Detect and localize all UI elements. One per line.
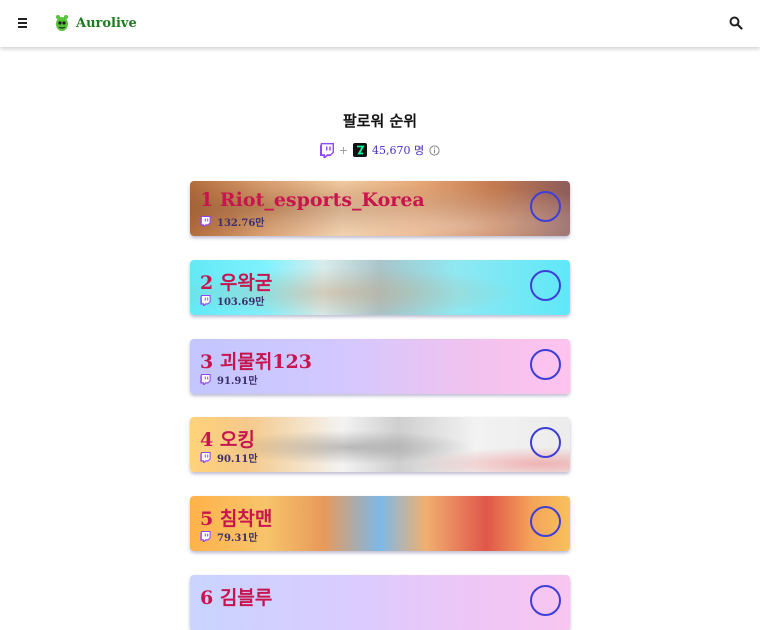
twitch-icon	[200, 452, 211, 463]
rank-number: 6	[200, 587, 214, 609]
ranking-card-5[interactable]: 5 침착맨 79.31만	[190, 496, 570, 551]
follower-row: 132.76만	[200, 214, 264, 229]
streamer-rank-and-name: 6 김블루	[200, 583, 272, 610]
ranking-card-3[interactable]: 3 괴물쥐123 91.91만	[190, 339, 570, 394]
brand-logo[interactable]: Aurolive	[54, 14, 137, 32]
follower-count: 103.69만	[217, 297, 265, 308]
avatar-ring	[530, 349, 561, 380]
twitch-icon	[200, 216, 211, 227]
streamer-name: 우왁굳	[219, 272, 273, 294]
follower-row: 90.11만	[200, 450, 258, 465]
avatar-ring	[530, 585, 561, 616]
total-follower-count: 45,670 명	[372, 144, 425, 157]
streamer-name: Riot_esports_Korea	[219, 189, 425, 211]
ranking-card-4[interactable]: 4 오킹 90.11만	[190, 417, 570, 472]
rank-number: 5	[200, 508, 214, 530]
chzzk-icon	[353, 143, 368, 157]
page-title: 팔로워 순위	[342, 112, 418, 130]
avatar-ring	[530, 191, 561, 222]
rank-number: 4	[200, 429, 214, 451]
twitch-icon	[200, 374, 211, 385]
top-navigation-bar: Aurolive	[0, 0, 760, 47]
ranking-card-1[interactable]: 1 Riot_esports_Korea 132.76만	[190, 181, 570, 236]
platform-follower-summary: + 45,670 명	[0, 142, 760, 158]
brand-name: Aurolive	[76, 16, 137, 31]
plus-sign: +	[338, 143, 349, 157]
follower-count: 91.91만	[217, 376, 258, 387]
rank-number: 3	[200, 351, 214, 373]
rank-number: 2	[200, 272, 214, 294]
streamer-rank-and-name: 5 침착맨	[200, 504, 272, 531]
follower-row: 91.91만	[200, 372, 258, 387]
avatar-ring	[530, 506, 561, 537]
follower-row: 79.31만	[200, 529, 258, 544]
twitch-icon	[200, 531, 211, 542]
streamer-rank-and-name: 2 우왁굳	[200, 268, 272, 295]
avatar-ring	[530, 427, 561, 458]
avatar-ring	[530, 270, 561, 301]
follower-count: 132.76만	[217, 218, 265, 229]
ranking-card-2[interactable]: 2 우왁굳 103.69만	[190, 260, 570, 315]
brand-name-text: Aurolive	[76, 15, 137, 31]
streamer-name: 오킹	[219, 429, 255, 451]
streamer-name: 김블루	[219, 587, 273, 609]
twitch-icon	[200, 295, 211, 306]
streamer-name: 괴물쥐123	[219, 351, 312, 373]
streamer-name: 침착맨	[219, 508, 273, 530]
alien-logo-icon	[56, 15, 68, 31]
search-icon[interactable]	[729, 16, 743, 30]
follower-row: 103.69만	[200, 293, 264, 308]
twitch-icon	[319, 142, 334, 158]
rank-number: 1	[200, 189, 214, 211]
info-icon[interactable]	[429, 144, 440, 156]
follower-count: 90.11만	[217, 454, 258, 465]
ranking-card-6[interactable]: 6 김블루	[190, 575, 570, 630]
follower-count: 79.31만	[217, 533, 258, 544]
streamer-rank-and-name: 4 오킹	[200, 425, 255, 452]
streamer-rank-and-name: 3 괴물쥐123	[200, 347, 312, 374]
streamer-rank-and-name: 1 Riot_esports_Korea	[200, 189, 425, 211]
hamburger-menu-icon[interactable]	[16, 16, 30, 30]
